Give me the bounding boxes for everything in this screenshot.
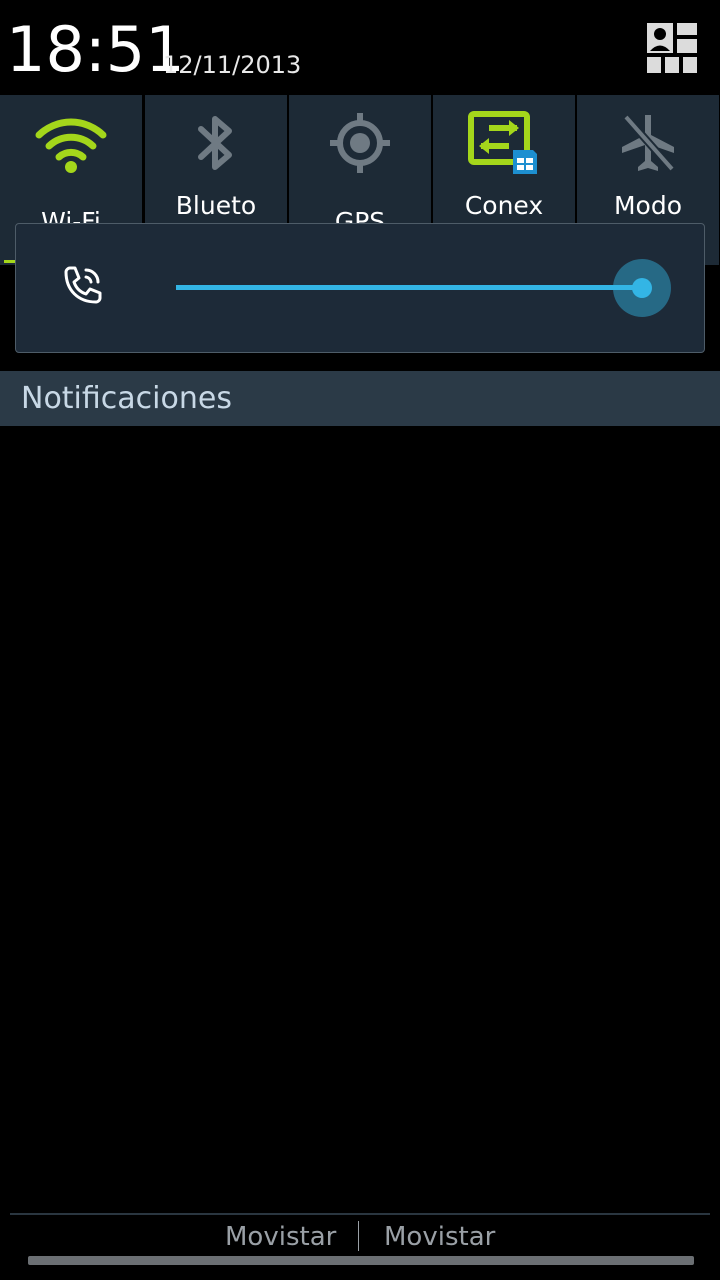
- quick-setting-label: Blueto: [175, 191, 257, 220]
- airplane-icon: [577, 101, 719, 185]
- quick-setting-label: Modo: [613, 191, 683, 220]
- volume-slider-thumb[interactable]: [613, 259, 671, 317]
- shade-header: 18:51 12/11/2013: [0, 0, 720, 92]
- carrier-label-sim1: Movistar: [225, 1222, 337, 1252]
- date: 12/11/2013: [163, 51, 302, 79]
- gps-icon: [289, 101, 431, 185]
- settings-grid-icon: [647, 23, 697, 73]
- carrier-separator: [358, 1221, 359, 1251]
- carrier-label-sim2: Movistar: [384, 1222, 496, 1252]
- phone-ring-icon: [60, 264, 104, 308]
- volume-slider-track[interactable]: [176, 285, 642, 290]
- volume-panel: [15, 223, 705, 353]
- shade-drag-handle[interactable]: [28, 1256, 694, 1265]
- quick-setting-label: Conex: [464, 191, 544, 220]
- notifications-header: Notificaciones: [0, 371, 720, 426]
- wifi-icon: [0, 101, 142, 185]
- settings-button[interactable]: [644, 20, 700, 76]
- notifications-title: Notificaciones: [21, 381, 232, 416]
- clock: 18:51: [6, 13, 185, 86]
- bluetooth-icon: [145, 101, 287, 185]
- data-connection-icon: [433, 101, 575, 185]
- notification-shade: 18:51 12/11/2013 Wi-Fi Blueto GPS Conex …: [0, 0, 720, 1280]
- footer-divider: [10, 1213, 710, 1215]
